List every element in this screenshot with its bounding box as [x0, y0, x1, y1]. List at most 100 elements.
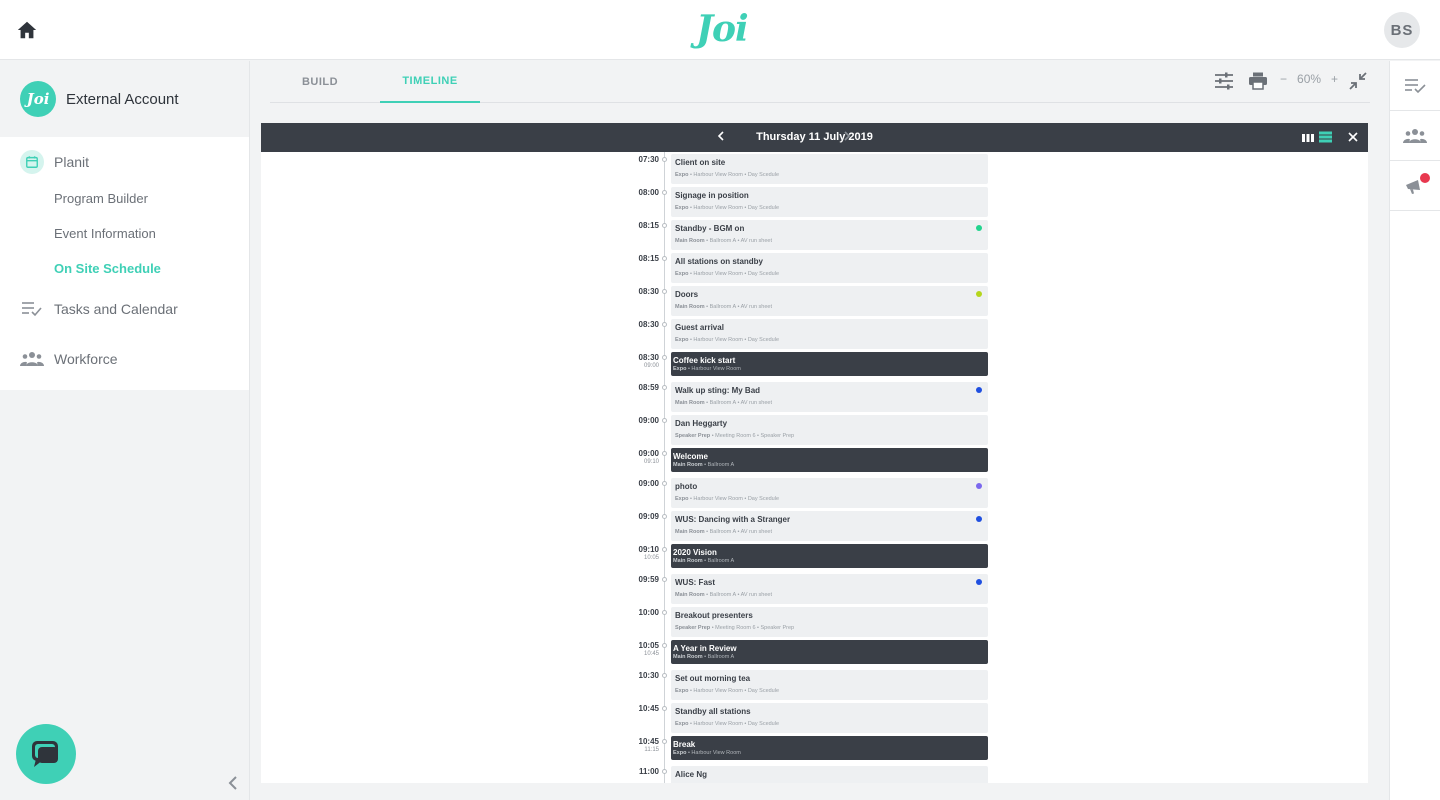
event-title: Standby all stations: [675, 707, 751, 716]
schedule-event-card[interactable]: Welcome Main Room • Ballroom A: [671, 448, 988, 472]
schedule-event-card[interactable]: Coffee kick start Expo • Harbour View Roo…: [671, 352, 988, 376]
minimize-icon: [1349, 72, 1367, 90]
event-location: Expo: [673, 366, 687, 372]
home-icon[interactable]: [16, 19, 38, 41]
schedule-event-card[interactable]: WUS: Dancing with a Stranger Main Room • …: [671, 511, 988, 541]
schedule-event-card[interactable]: photo Expo • Harbour View Room • Day Sced…: [671, 478, 988, 508]
schedule-event-card[interactable]: Alice NgSpeaker Prep • Meeting Room 6 • …: [671, 766, 988, 783]
event-details: Main Room • Ballroom A: [673, 654, 734, 660]
schedule-event-row: 09:00 09:10 Welcome Main Room • Ballroom A: [261, 448, 1368, 478]
event-start-time: 08:15: [638, 254, 659, 263]
event-title: WUS: Dancing with a Stranger: [675, 515, 791, 524]
event-location: Main Room: [675, 592, 705, 598]
schedule-event-row: 11:00 Alice NgSpeaker Prep • Meeting Room…: [261, 766, 1368, 783]
event-location: Expo: [675, 337, 689, 343]
people-rail-button[interactable]: [1390, 111, 1440, 161]
event-room-sheet: • Ballroom A: [702, 462, 735, 468]
event-details: Expo • Harbour View Room • Day Scedule: [675, 721, 779, 727]
filter-button[interactable]: [1214, 70, 1234, 92]
sidebar-item-on-site-schedule[interactable]: On Site Schedule: [0, 251, 249, 286]
timeline-marker: [662, 706, 667, 711]
event-title: Walk up sting: My Bad: [675, 386, 761, 395]
sidebar: Joi External Account Planit Program Buil…: [0, 61, 250, 800]
sidebar-item-tasks-and-calendar[interactable]: Tasks and Calendar: [0, 290, 249, 328]
schedule-event-card[interactable]: 2020 Vision Main Room • Ballroom A: [671, 544, 988, 568]
event-title: A Year in Review: [673, 644, 737, 653]
chat-button[interactable]: [16, 724, 76, 784]
event-details: Expo • Harbour View Room • Day Scedule: [675, 337, 779, 343]
print-button[interactable]: [1248, 70, 1268, 92]
notification-badge: [1420, 173, 1430, 183]
schedule-event-card[interactable]: Guest arrival Expo • Harbour View Room • …: [671, 319, 988, 349]
timeline-marker: [662, 673, 667, 678]
event-room-sheet: • Harbour View Room • Day Scedule: [688, 721, 780, 727]
sidebar-item-workforce[interactable]: Workforce: [0, 340, 249, 378]
next-day-icon[interactable]: [843, 129, 851, 146]
event-start-time: 09:10: [638, 545, 659, 554]
schedule-event-card[interactable]: Signage in position Expo • Harbour View R…: [671, 187, 988, 217]
event-end-time: 09:10: [643, 459, 659, 465]
list-view-icon[interactable]: [1319, 130, 1333, 143]
schedule-event-row: 10:00 Breakout presenters Speaker Prep • M…: [261, 607, 1368, 640]
event-title: Client on site: [675, 158, 726, 167]
app-logo[interactable]: Joi: [696, 8, 749, 50]
collapse-view-button[interactable]: [1348, 70, 1368, 92]
tab-timeline[interactable]: TIMELINE: [380, 61, 480, 103]
schedule-event-card[interactable]: Dan Heggarty Speaker Prep • Meeting Room …: [671, 415, 988, 445]
zoom-level: 60%: [1297, 72, 1322, 86]
event-room-sheet: • Ballroom A • AV run sheet: [704, 529, 772, 535]
event-details: Expo • Harbour View Room: [673, 366, 741, 372]
account-name: External Account: [66, 90, 179, 108]
event-start-time: 08:30: [638, 287, 659, 296]
sidebar-item-program-builder[interactable]: Program Builder: [0, 181, 249, 216]
zoom-out-button[interactable]: −: [1280, 72, 1287, 86]
event-details: Main Room • Ballroom A: [673, 462, 734, 468]
chat-icon: [32, 741, 58, 767]
schedule-event-card[interactable]: Set out morning tea Expo • Harbour View R…: [671, 670, 988, 700]
schedule-event-card[interactable]: Client on site Expo • Harbour View Room •…: [671, 154, 988, 184]
event-details: Main Room • Ballroom A • AV run sheet: [675, 592, 772, 598]
schedule-panel: Thursday 11 July 2019 07:30 Client on sit…: [261, 123, 1368, 783]
event-room-sheet: • Ballroom A • AV run sheet: [704, 304, 772, 310]
status-dot: [976, 387, 982, 393]
schedule-event-card[interactable]: Breakout presenters Speaker Prep • Meetin…: [671, 607, 988, 637]
schedule-event-row: 08:30 Guest arrival Expo • Harbour View Ro…: [261, 319, 1368, 352]
previous-day-icon[interactable]: [717, 129, 725, 146]
announcements-rail-button[interactable]: [1390, 161, 1440, 211]
event-start-time: 08:15: [638, 221, 659, 230]
schedule-event-card[interactable]: Doors Main Room • Ballroom A • AV run she…: [671, 286, 988, 316]
event-location: Expo: [675, 688, 689, 694]
event-details: Main Room • Ballroom A • AV run sheet: [675, 400, 772, 406]
timeline-marker: [662, 322, 667, 327]
sidebar-item-planit[interactable]: Planit: [0, 143, 249, 181]
event-start-time: 09:59: [638, 575, 659, 584]
event-room-sheet: • Ballroom A: [702, 558, 735, 564]
schedule-event-card[interactable]: WUS: Fast Main Room • Ballroom A • AV run…: [671, 574, 988, 604]
tab-build[interactable]: BUILD: [280, 61, 360, 103]
event-location: Main Room: [675, 529, 705, 535]
collapse-sidebar-icon[interactable]: [226, 775, 240, 791]
schedule-event-card[interactable]: A Year in Review Main Room • Ballroom A: [671, 640, 988, 664]
account-switcher[interactable]: Joi External Account: [0, 61, 249, 137]
schedule-event-card[interactable]: Break Expo • Harbour View Room: [671, 736, 988, 760]
user-avatar[interactable]: BS: [1384, 12, 1420, 48]
zoom-in-button[interactable]: +: [1331, 72, 1338, 86]
event-start-time: 09:09: [638, 512, 659, 521]
tasks-rail-button[interactable]: [1390, 61, 1440, 111]
event-room-sheet: • Harbour View Room • Day Scedule: [688, 337, 780, 343]
close-icon[interactable]: [1347, 130, 1361, 144]
people-icon: [20, 347, 44, 371]
event-details: Speaker Prep • Meeting Room 6 • Speaker …: [675, 625, 794, 631]
sidebar-item-event-information[interactable]: Event Information: [0, 216, 249, 251]
schedule-event-card[interactable]: Standby - BGM on Main Room • Ballroom A •…: [671, 220, 988, 250]
schedule-event-card[interactable]: All stations on standby Expo • Harbour Vi…: [671, 253, 988, 283]
columns-view-icon[interactable]: [1302, 130, 1316, 142]
event-details: Main Room • Ballroom A • AV run sheet: [675, 304, 772, 310]
event-start-time: 10:05: [638, 641, 659, 650]
event-details: Speaker Prep • Meeting Room 6 • Speaker …: [675, 433, 794, 439]
top-bar: Joi BS: [0, 0, 1440, 60]
zoom-control: − 60% +: [1280, 72, 1338, 86]
status-dot: [976, 225, 982, 231]
schedule-event-card[interactable]: Standby all stations Expo • Harbour View …: [671, 703, 988, 733]
schedule-event-card[interactable]: Walk up sting: My Bad Main Room • Ballroo…: [671, 382, 988, 412]
